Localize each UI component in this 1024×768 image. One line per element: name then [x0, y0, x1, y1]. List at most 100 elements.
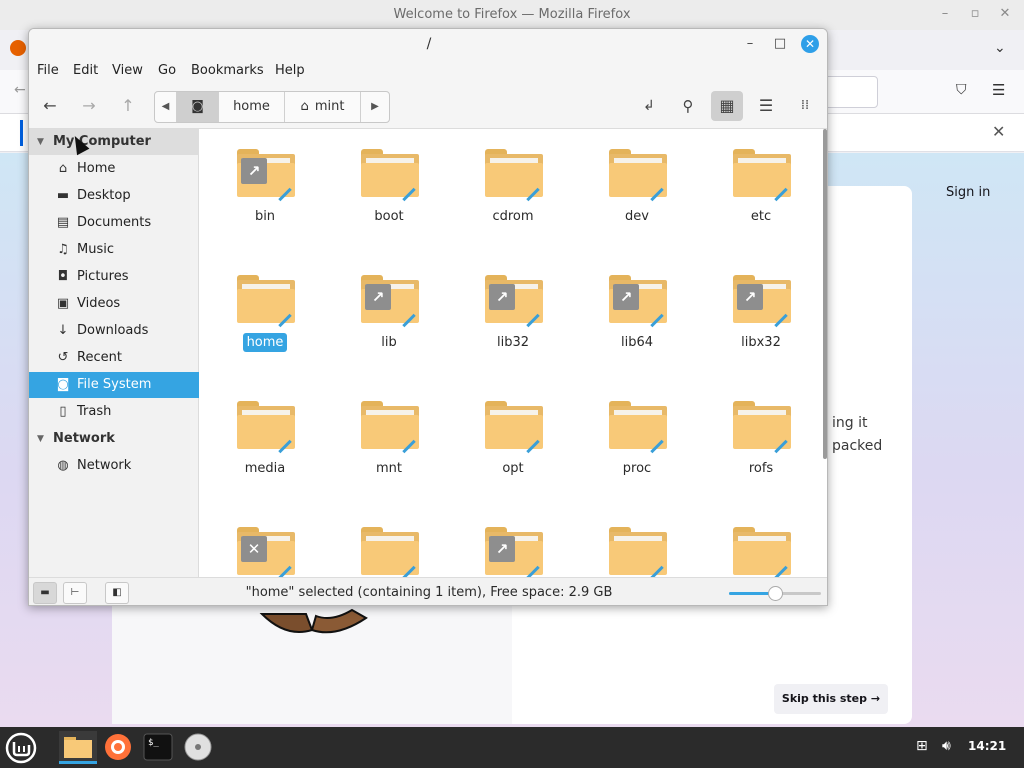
- path-scroll-right-icon[interactable]: ▶: [361, 92, 389, 122]
- compact-view-button[interactable]: ⁞⁞: [789, 91, 821, 121]
- menubar: File Edit View Go Bookmarks Help: [29, 59, 827, 83]
- location-entry-icon: ↲: [643, 98, 655, 114]
- folder-icon: [609, 401, 667, 454]
- folder-item[interactable]: boot: [334, 129, 444, 239]
- folder-name: bin: [254, 209, 276, 224]
- firefox-window-title: Welcome to Firefox — Mozilla Firefox: [393, 7, 631, 22]
- documents-icon: ▤: [56, 215, 70, 230]
- folder-item[interactable]: ↗ bin: [210, 129, 320, 239]
- notification-accent: [20, 120, 23, 146]
- sidebar-section-label: Network: [53, 431, 115, 446]
- show-places-button[interactable]: ▬: [33, 582, 57, 604]
- vertical-scrollbar[interactable]: [823, 129, 827, 459]
- icon-view-button[interactable]: ▦: [711, 91, 743, 121]
- firefox-close-icon[interactable]: ✕: [996, 6, 1014, 21]
- clock[interactable]: 14:21: [968, 739, 1006, 753]
- back-button[interactable]: ←: [34, 91, 66, 121]
- folder-item[interactable]: etc: [706, 129, 816, 239]
- close-icon[interactable]: ✕: [801, 35, 819, 53]
- list-view-button[interactable]: ☰: [750, 91, 782, 121]
- toolbar: ← → ↑ ◀ ◙ home ⌂ mint ▶ ↲ ⚲ ▦ ☰ ⁞⁞: [29, 83, 827, 129]
- path-root-button[interactable]: ◙: [177, 92, 219, 122]
- menu-help[interactable]: Help: [275, 63, 305, 78]
- forward-button[interactable]: →: [73, 91, 105, 121]
- sidebar-item-recent[interactable]: ↺ Recent: [29, 345, 199, 371]
- sidebar-item-pictures[interactable]: ◘ Pictures: [29, 264, 199, 290]
- sidebar-item-music[interactable]: ♫ Music: [29, 237, 199, 263]
- sidebar-item-downloads[interactable]: ↓ Downloads: [29, 318, 199, 344]
- folder-item[interactable]: ✕: [210, 507, 320, 577]
- menu-go[interactable]: Go: [158, 63, 176, 78]
- menu-icon[interactable]: ☰: [992, 81, 1005, 99]
- arrow-left-icon: ←: [43, 96, 57, 115]
- welcome-text-line1: ing it: [832, 415, 868, 431]
- folder-item[interactable]: rofs: [706, 381, 816, 491]
- skip-step-button[interactable]: Skip this step →: [774, 684, 888, 714]
- path-segment-mint[interactable]: ⌂ mint: [285, 92, 361, 122]
- folder-item[interactable]: cdrom: [458, 129, 568, 239]
- folder-item[interactable]: media: [210, 381, 320, 491]
- expander-icon: ▼: [37, 434, 44, 444]
- sidebar-item-home[interactable]: ⌂ Home: [29, 156, 199, 182]
- minimize-icon[interactable]: –: [741, 35, 759, 53]
- folder-item[interactable]: ↗ lib64: [582, 255, 692, 365]
- firefox-icon: [105, 734, 131, 760]
- show-treeview-button[interactable]: ⊢: [63, 582, 87, 604]
- folder-item[interactable]: dev: [582, 129, 692, 239]
- folder-item[interactable]: [334, 507, 444, 577]
- sidebar-item-trash[interactable]: ▯ Trash: [29, 399, 199, 425]
- sidebar-item-documents[interactable]: ▤ Documents: [29, 210, 199, 236]
- search-button[interactable]: ⚲: [672, 91, 704, 121]
- network-tray-icon[interactable]: ⊞: [916, 738, 928, 754]
- back-icon[interactable]: ←: [14, 82, 26, 98]
- folder-item[interactable]: [706, 507, 816, 577]
- arrow-up-icon: ↑: [121, 96, 135, 115]
- zoom-slider-handle[interactable]: [767, 586, 783, 601]
- sidebar-item-videos[interactable]: ▣ Videos: [29, 291, 199, 317]
- taskbar-terminal-button[interactable]: $_: [140, 731, 176, 764]
- folder-item[interactable]: mnt: [334, 381, 444, 491]
- sidebar-section-header[interactable]: ▼ My Computer: [29, 129, 199, 155]
- folder-item[interactable]: ↗ lib32: [458, 255, 568, 365]
- firefox-minimize-icon[interactable]: –: [936, 6, 954, 21]
- sign-in-link[interactable]: Sign in: [946, 185, 990, 200]
- maximize-icon[interactable]: □: [771, 35, 789, 53]
- firefox-maximize-icon[interactable]: ▫: [966, 6, 984, 21]
- sidebar-item-label: Music: [77, 242, 114, 257]
- path-scroll-left-icon[interactable]: ◀: [155, 92, 177, 122]
- menu-file[interactable]: File: [37, 63, 59, 78]
- volume-tray-icon[interactable]: 🔊︎: [942, 738, 951, 754]
- toggle-location-button[interactable]: ↲: [633, 91, 665, 121]
- menu-bookmarks[interactable]: Bookmarks: [191, 63, 264, 78]
- sidebar-item-network[interactable]: ◍ Network: [29, 453, 199, 479]
- sidebar-item-desktop[interactable]: ▬ Desktop: [29, 183, 199, 209]
- sidebar-section-header[interactable]: ▼ Network: [29, 426, 199, 452]
- folder-item[interactable]: home: [210, 255, 320, 365]
- up-button[interactable]: ↑: [112, 91, 144, 121]
- folder-name: opt: [502, 461, 524, 476]
- start-menu-button[interactable]: [2, 731, 38, 764]
- recent-icon: ↺: [57, 350, 69, 365]
- folder-item[interactable]: proc: [582, 381, 692, 491]
- taskbar-files-button[interactable]: [59, 731, 97, 764]
- pocket-icon[interactable]: ⛉: [956, 82, 967, 98]
- sidebar-item-file-system[interactable]: ◙ File System: [29, 372, 199, 398]
- url-bar[interactable]: [820, 76, 878, 108]
- close-notification-icon[interactable]: ✕: [992, 122, 1005, 141]
- menu-edit[interactable]: Edit: [73, 63, 98, 78]
- zoom-slider[interactable]: [729, 586, 821, 601]
- statusbar: ▬ ⊢ ◧ "home" selected (containing 1 item…: [29, 577, 827, 605]
- path-segment-home[interactable]: home: [219, 92, 285, 122]
- folder-item[interactable]: ↗: [458, 507, 568, 577]
- sidebar-toggle-icon: ◧: [112, 587, 122, 598]
- taskbar-firefox-button[interactable]: [100, 731, 136, 764]
- folder-icon: [361, 149, 419, 202]
- menu-view[interactable]: View: [112, 63, 143, 78]
- taskbar-disc-button[interactable]: [180, 731, 216, 764]
- folder-item[interactable]: ↗ lib: [334, 255, 444, 365]
- folder-item[interactable]: [582, 507, 692, 577]
- hide-sidebar-button[interactable]: ◧: [105, 582, 129, 604]
- chevron-down-icon[interactable]: ⌄: [994, 40, 1006, 56]
- folder-item[interactable]: opt: [458, 381, 568, 491]
- folder-item[interactable]: ↗ libx32: [706, 255, 816, 365]
